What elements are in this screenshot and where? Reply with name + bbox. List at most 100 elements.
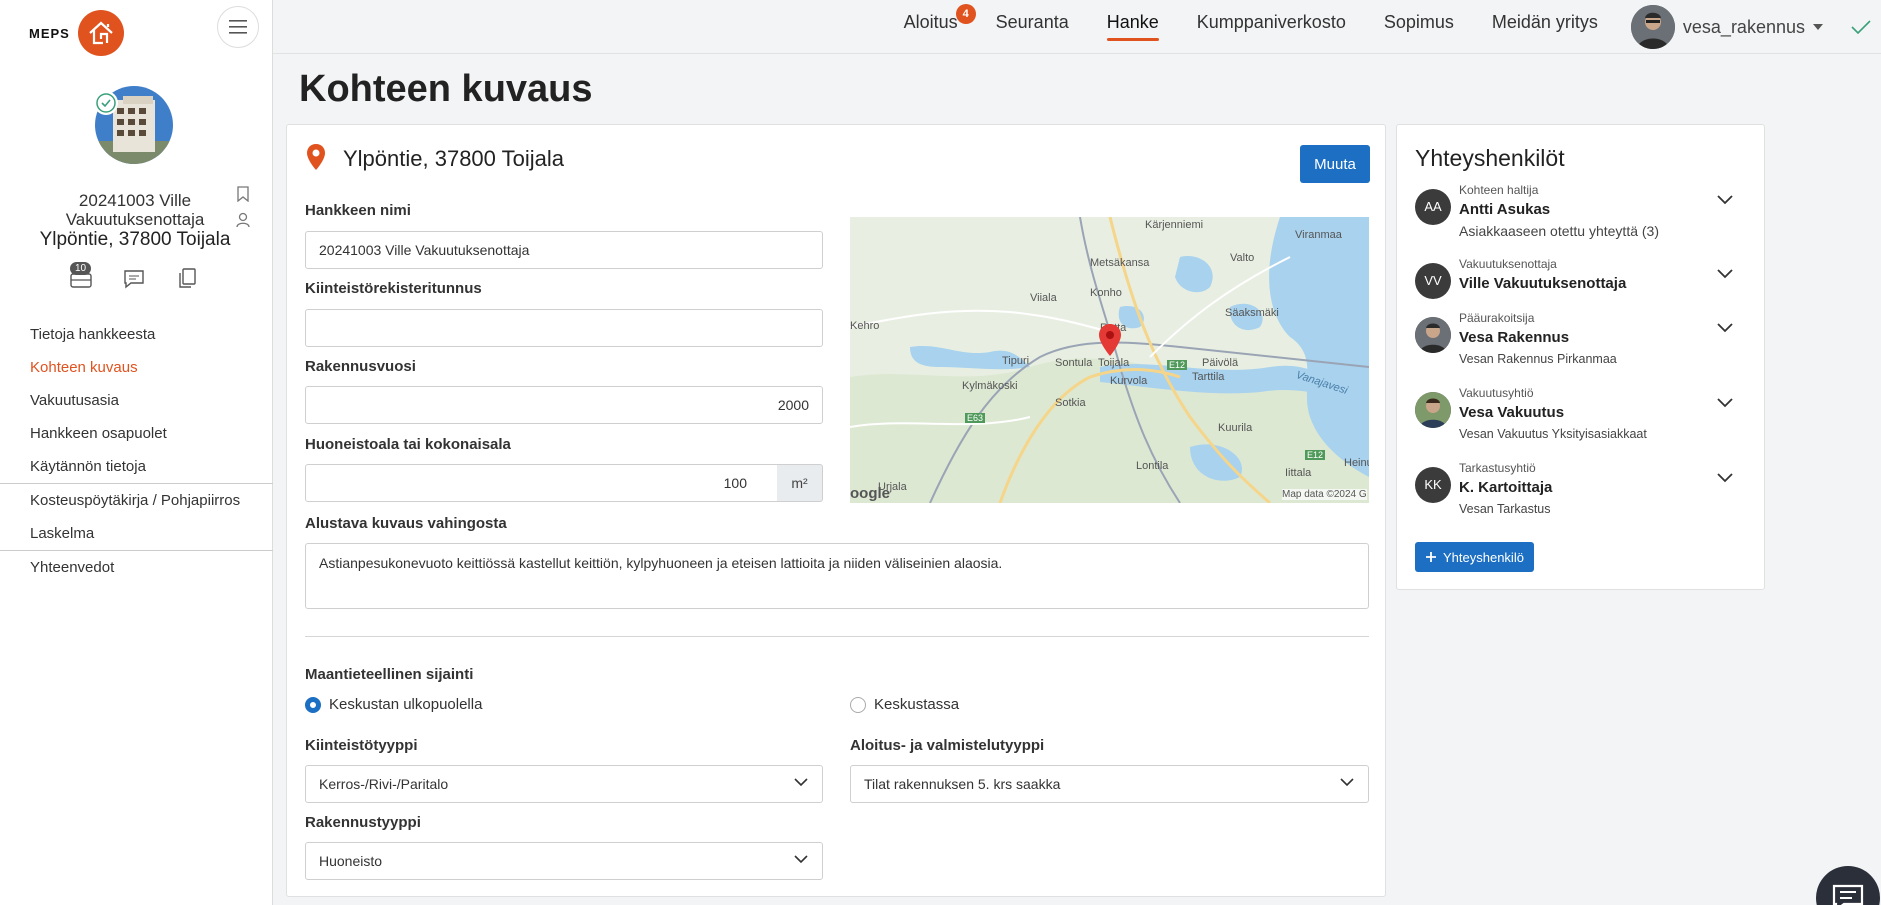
location-map[interactable]: Kärjenniemi Viranmaa Metsäkansa Valto Vi… xyxy=(850,217,1369,503)
map-attribution: Map data ©2024 G xyxy=(1282,489,1367,500)
project-address: Ylpöntie, 37800 Toijala xyxy=(39,229,231,250)
road-sign: E63 xyxy=(965,413,986,423)
contact-initials-avatar: VV xyxy=(1415,263,1451,299)
map-place-label: Lontila xyxy=(1136,460,1169,472)
user-menu[interactable]: vesa_rakennus xyxy=(1630,5,1823,49)
google-logo: oogle xyxy=(850,485,890,502)
contacts-panel: Yhteyshenkilöt AA Kohteen haltija Antti … xyxy=(1396,124,1765,590)
tab-seuranta[interactable]: Seuranta xyxy=(996,0,1069,54)
chevron-down-icon[interactable] xyxy=(1717,269,1733,279)
chevron-down-icon xyxy=(794,778,808,787)
sidebar-item-vakuutusasia[interactable]: Vakuutusasia xyxy=(0,384,273,417)
radio-outside-center-label: Keskustan ulkopuolella xyxy=(329,696,483,713)
map-place-label: Sontula xyxy=(1055,357,1093,369)
area-label: Huoneistoala tai kokonaisala xyxy=(305,436,511,453)
tab-meidan-yritys[interactable]: Meidän yritys xyxy=(1492,0,1598,54)
map-place-label: Kärjenniemi xyxy=(1145,219,1204,231)
sidebar-item-hankkeen-osapuolet[interactable]: Hankkeen osapuolet xyxy=(0,417,273,450)
start-type-select[interactable]: Tilat rakennuksen 5. krs saakka xyxy=(850,765,1369,803)
tab-sopimus[interactable]: Sopimus xyxy=(1384,0,1454,54)
bookmark-icon[interactable] xyxy=(232,183,254,205)
edit-button[interactable]: Muuta xyxy=(1300,145,1370,183)
map-marker-icon[interactable] xyxy=(1098,323,1122,362)
map-place-label: Konho xyxy=(1090,287,1122,299)
contact-initials-avatar: AA xyxy=(1415,189,1451,225)
building-type-value: Huoneisto xyxy=(319,853,383,869)
map-place-label: Metsäkansa xyxy=(1090,257,1150,269)
add-contact-button[interactable]: Yhteyshenkilö xyxy=(1415,542,1534,572)
property-type-value: Kerros-/Rivi-/Paritalo xyxy=(319,776,449,792)
username: vesa_rakennus xyxy=(1682,16,1805,37)
contact-name: Vesa Vakuutus xyxy=(1459,404,1565,421)
contacts-title: Yhteyshenkilöt xyxy=(1415,145,1565,171)
radio-in-center[interactable]: Keskustassa xyxy=(850,696,959,713)
map-place-label: Tarttila xyxy=(1192,371,1225,383)
menu-toggle-button[interactable] xyxy=(217,6,259,48)
contact-name: K. Kartoittaja xyxy=(1459,479,1553,496)
top-nav-tabs: Aloitus 4 Seuranta Hanke Kumppaniverkost… xyxy=(885,0,1881,54)
building-type-select[interactable]: Huoneisto xyxy=(305,842,823,880)
caret-down-icon xyxy=(1813,24,1823,30)
sidebar-item-kohteen-kuvaus[interactable]: Kohteen kuvaus xyxy=(0,351,273,384)
tab-hanke[interactable]: Hanke xyxy=(1106,0,1159,54)
map-place-label: Viranmaa xyxy=(1295,229,1342,241)
chevron-down-icon[interactable] xyxy=(1717,398,1733,408)
contact-role: Vakuutusyhtiö xyxy=(1459,386,1534,400)
chevron-down-icon xyxy=(1340,778,1354,787)
chevron-down-icon xyxy=(794,855,808,864)
radio-outside-center[interactable]: Keskustan ulkopuolella xyxy=(305,696,482,713)
location-pin-icon xyxy=(306,143,326,176)
contact-status: Asiakkaaseen otettu yhteyttä (3) xyxy=(1459,223,1659,239)
logo-house-icon xyxy=(77,10,124,56)
building-type-label: Rakennustyyppi xyxy=(305,814,421,831)
documents-count-badge: 10 xyxy=(70,262,92,275)
sidebar: MEPS 20241003 Ville Vakuutuksenottaja Yl… xyxy=(0,0,273,905)
radio-unselected-icon xyxy=(850,696,866,713)
contact-role: Kohteen haltija xyxy=(1459,183,1539,197)
map-place-label: Kehro xyxy=(850,320,880,332)
copy-icon[interactable] xyxy=(176,267,198,289)
contact-initials-avatar: KK xyxy=(1415,467,1451,503)
tab-aloitus[interactable]: Aloitus 4 xyxy=(904,0,976,54)
chevron-down-icon[interactable] xyxy=(1717,195,1733,205)
sidebar-item-kaytannon-tietoja[interactable]: Käytännön tietoja xyxy=(0,450,273,483)
map-place-label: Päivölä xyxy=(1202,357,1239,369)
map-place-label: Säaksmäki xyxy=(1225,307,1279,319)
build-year-input[interactable]: 2000 xyxy=(305,386,823,424)
project-name-input[interactable]: 20241003 Ville Vakuutuksenottaja xyxy=(305,231,823,269)
contact-name: Vesa Rakennus xyxy=(1459,329,1570,346)
area-input[interactable]: 100 xyxy=(305,464,778,502)
property-id-input[interactable] xyxy=(305,309,823,347)
sidebar-item-tietoja-hankkeesta[interactable]: Tietoja hankkeesta xyxy=(0,318,273,351)
location-type-label: Maantieteellinen sijainti xyxy=(305,666,474,683)
comments-icon[interactable] xyxy=(123,268,145,290)
sidebar-item-laskelma[interactable]: Laskelma xyxy=(0,517,273,550)
map-place-label: Iittala xyxy=(1285,467,1312,479)
user-avatar xyxy=(1630,5,1675,49)
user-icon[interactable] xyxy=(232,209,254,231)
map-place-label: Valto xyxy=(1230,252,1255,264)
map-place-label: Kylmäkoski xyxy=(962,380,1018,392)
contact-role: Tarkastusyhtiö xyxy=(1459,461,1536,475)
project-name-label: Hankkeen nimi xyxy=(305,202,411,219)
sidebar-nav: Tietoja hankkeesta Kohteen kuvaus Vakuut… xyxy=(0,318,273,584)
start-type-label: Aloitus- ja valmistelutyyppi xyxy=(850,737,1045,754)
chat-button[interactable] xyxy=(1816,866,1880,905)
contact-role: Vakuutuksenottaja xyxy=(1459,257,1557,271)
sidebar-item-kosteuspoytakirja[interactable]: Kosteuspöytäkirja / Pohjapiirros xyxy=(0,484,273,517)
property-type-select[interactable]: Kerros-/Rivi-/Paritalo xyxy=(305,765,823,803)
verified-check-icon xyxy=(94,91,118,115)
sidebar-item-yhteenvedot[interactable]: Yhteenvedot xyxy=(0,551,273,584)
chevron-down-icon[interactable] xyxy=(1717,473,1733,483)
radio-selected-icon xyxy=(305,696,321,713)
section-divider xyxy=(305,636,1369,637)
chevron-down-icon[interactable] xyxy=(1717,323,1733,333)
map-place-label: Kurvola xyxy=(1110,375,1148,387)
project-name: 20241003 Ville Vakuutuksenottaja xyxy=(65,191,205,229)
contact-organization: Vesan Tarkastus xyxy=(1459,502,1551,516)
logo[interactable]: MEPS xyxy=(29,10,124,56)
contact-organization: Vesan Vakuutus Yksityisasiakkaat xyxy=(1459,427,1647,441)
tab-kumppaniverkosto[interactable]: Kumppaniverkosto xyxy=(1197,0,1346,54)
property-card: Ylpöntie, 37800 Toijala Muuta Hankkeen n… xyxy=(286,124,1386,897)
damage-description-textarea[interactable]: Astianpesukonevuoto keittiössä kastellut… xyxy=(305,543,1369,609)
